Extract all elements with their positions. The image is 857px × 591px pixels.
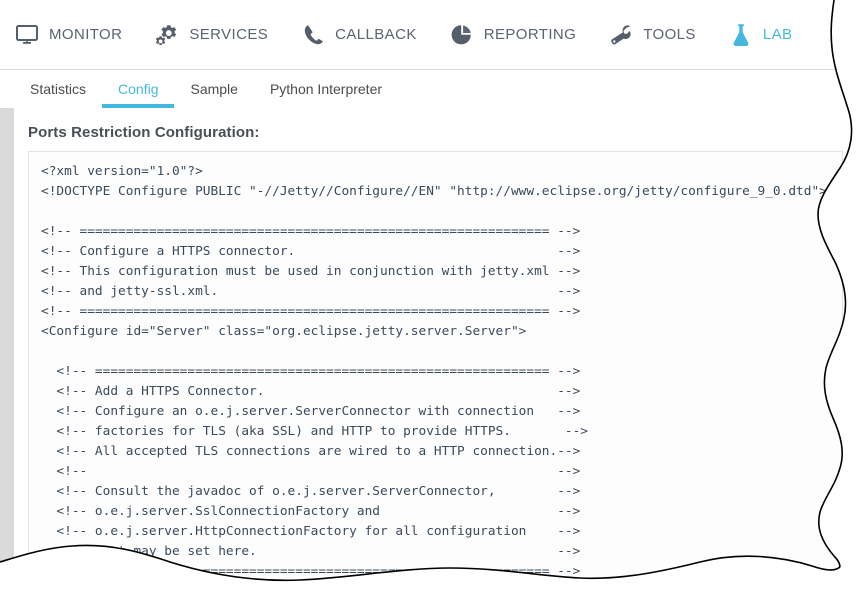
tab-sample-label: Sample bbox=[190, 81, 238, 97]
wrench-icon bbox=[608, 22, 634, 48]
nav-item-tools[interactable]: TOOLS bbox=[608, 22, 696, 48]
application-window: MONITOR SERVICES CALLBACK REPORTING TOOL… bbox=[0, 0, 857, 591]
nav-item-monitor-label: MONITOR bbox=[49, 26, 123, 43]
tab-statistics[interactable]: Statistics bbox=[14, 70, 102, 108]
nav-item-lab[interactable]: LAB bbox=[728, 22, 793, 48]
flask-icon bbox=[728, 22, 754, 48]
nav-item-callback-label: CALLBACK bbox=[335, 26, 417, 43]
tab-python-interpreter[interactable]: Python Interpreter bbox=[254, 70, 398, 108]
gears-icon bbox=[154, 22, 180, 48]
monitor-icon bbox=[14, 22, 40, 48]
nav-item-tools-label: TOOLS bbox=[643, 26, 696, 43]
tab-statistics-label: Statistics bbox=[30, 81, 87, 97]
nav-item-monitor[interactable]: MONITOR bbox=[14, 22, 122, 48]
phone-icon bbox=[300, 22, 326, 48]
config-code-block[interactable]: <?xml version="1.0"?> <!DOCTYPE Configur… bbox=[28, 151, 843, 581]
nav-item-services-label: SERVICES bbox=[189, 26, 269, 43]
nav-item-lab-label: LAB bbox=[762, 26, 793, 43]
tab-config[interactable]: Config bbox=[102, 70, 175, 108]
tab-bar: Statistics Config Sample Python Interpre… bbox=[0, 70, 857, 108]
tab-config-label: Config bbox=[118, 81, 159, 97]
tab-python-interpreter-label: Python Interpreter bbox=[269, 81, 383, 97]
pie-chart-icon bbox=[449, 22, 475, 48]
nav-item-reporting-label: REPORTING bbox=[483, 26, 577, 43]
nav-item-reporting[interactable]: REPORTING bbox=[449, 22, 577, 48]
top-navigation-bar: MONITOR SERVICES CALLBACK REPORTING TOOL… bbox=[0, 0, 857, 70]
content-panel: Ports Restriction Configuration: <?xml v… bbox=[14, 108, 857, 591]
tab-sample[interactable]: Sample bbox=[174, 70, 253, 108]
page-background: Ports Restriction Configuration: <?xml v… bbox=[0, 108, 857, 591]
nav-item-services[interactable]: SERVICES bbox=[154, 22, 268, 48]
nav-item-callback[interactable]: CALLBACK bbox=[300, 22, 417, 48]
config-code-text: <?xml version="1.0"?> <!DOCTYPE Configur… bbox=[41, 164, 827, 579]
page-title: Ports Restriction Configuration: bbox=[28, 124, 260, 141]
